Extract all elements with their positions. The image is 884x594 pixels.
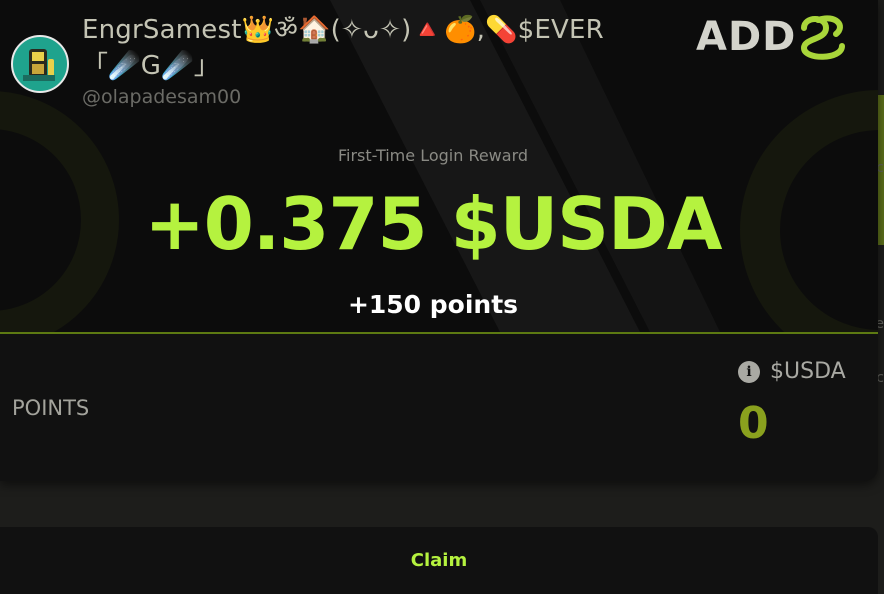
usda-label: $USDA	[770, 359, 846, 384]
usda-balance-value: 0	[738, 398, 769, 449]
avatar[interactable]	[11, 35, 69, 93]
user-handle: @olapadesam00	[82, 86, 242, 108]
info-icon[interactable]: i	[738, 360, 760, 383]
reward-amount: +0.375 $USDA	[144, 182, 722, 266]
reward-label: First-Time Login Reward	[337, 146, 529, 165]
points-label: POINTS	[12, 396, 90, 420]
brand-logo: ADD	[696, 12, 850, 62]
claim-button[interactable]: Claim	[0, 527, 878, 594]
brand-logo-icon	[801, 15, 846, 60]
user-display-name: EngrSamest👑ॐ🏠(✧ᴗ✧)🔺🍊,💊$EVER 「☄️G☄️」	[82, 15, 604, 81]
brand-name: ADD	[696, 14, 797, 60]
reward-modal: EngrSamest👑ॐ🏠(✧ᴗ✧)🔺🍊,💊$EVER 「☄️G☄️」 @ola…	[0, 0, 878, 481]
reward-hero: EngrSamest👑ॐ🏠(✧ᴗ✧)🔺🍊,💊$EVER 「☄️G☄️」 @ola…	[0, 0, 878, 334]
reward-points: +150 points	[347, 290, 519, 319]
usda-header: i $USDA	[738, 359, 846, 384]
